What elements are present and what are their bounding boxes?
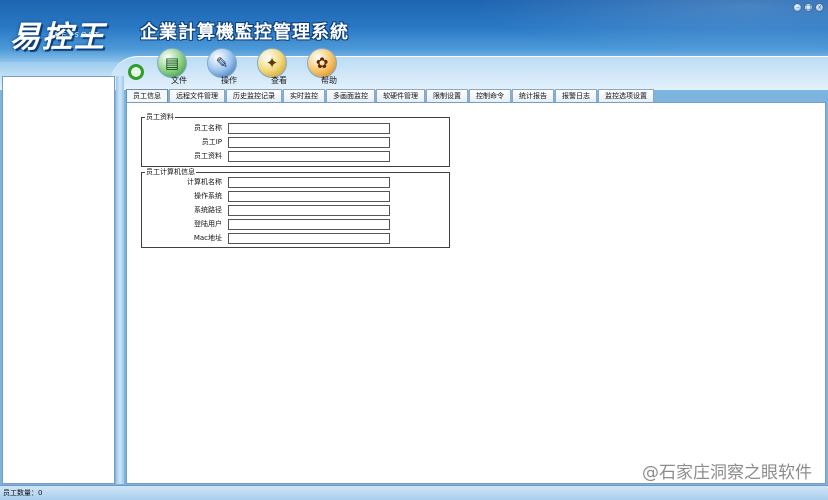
employee-name-field[interactable] <box>228 123 390 134</box>
field-row: 登陆用户 <box>142 219 451 230</box>
status-bar: 员工数量：0 <box>0 485 828 500</box>
computer-name-field[interactable] <box>228 177 390 188</box>
field-row: 员工名称 <box>142 123 451 134</box>
tab-restriction-settings[interactable]: 限制设置 <box>426 89 468 103</box>
employee-ip-field[interactable] <box>228 137 390 148</box>
maximize-icon[interactable]: □ <box>804 3 813 12</box>
employee-data-legend: 员工资料 <box>145 112 175 122</box>
field-row: 员工IP <box>142 137 451 148</box>
employee-ip-label: 员工IP <box>201 138 222 146</box>
login-user-field[interactable] <box>228 219 390 230</box>
field-row: Mac地址 <box>142 233 451 244</box>
employee-count-status: 员工数量：0 <box>3 489 43 497</box>
operate-menu-button[interactable]: ✎ 操作 <box>200 48 244 88</box>
tab-monitor-options[interactable]: 监控选项设置 <box>598 89 654 103</box>
tab-remote-file-management[interactable]: 远程文件管理 <box>169 89 225 103</box>
computer-info-legend: 员工计算机信息 <box>145 167 196 177</box>
field-row: 计算机名称 <box>142 177 451 188</box>
power-icon[interactable] <box>128 64 144 80</box>
document-icon: ▤ <box>157 48 187 78</box>
field-row: 系统路径 <box>142 205 451 216</box>
employee-name-label: 员工名称 <box>194 124 222 132</box>
view-menu-button[interactable]: ✦ 查看 <box>250 48 294 88</box>
minimize-icon[interactable]: – <box>793 3 802 12</box>
employee-info-panel: 员工资料 员工名称 员工IP 员工资料 员工计算机信息 计算机名称 操作系统 系… <box>126 102 826 484</box>
employee-profile-field[interactable] <box>228 151 390 162</box>
login-user-label: 登陆用户 <box>194 220 222 228</box>
os-field[interactable] <box>228 191 390 202</box>
main-tabs: 员工信息 远程文件管理 历史监控记录 实时监控 多画面监控 软硬件管理 限制设置… <box>126 89 655 103</box>
close-icon[interactable]: × <box>815 3 824 12</box>
employee-tree-pane[interactable] <box>2 76 115 484</box>
view-icon: ✦ <box>257 48 287 78</box>
logo-subtext: ENETSOFT <box>48 31 101 39</box>
file-menu-button[interactable]: ▤ 文件 <box>150 48 194 88</box>
computer-info-group: 员工计算机信息 计算机名称 操作系统 系统路径 登陆用户 Mac地址 <box>141 167 451 248</box>
mac-address-label: Mac地址 <box>193 234 222 242</box>
tab-software-hardware[interactable]: 软硬件管理 <box>376 89 425 103</box>
help-menu-label: 帮助 <box>321 76 337 85</box>
tab-realtime-monitor[interactable]: 实时监控 <box>283 89 325 103</box>
field-row: 员工资料 <box>142 151 451 162</box>
mac-address-field[interactable] <box>228 233 390 244</box>
file-menu-label: 文件 <box>171 76 187 85</box>
view-menu-label: 查看 <box>271 76 287 85</box>
tab-statistics-report[interactable]: 统计报告 <box>512 89 554 103</box>
operate-icon: ✎ <box>207 48 237 78</box>
operate-menu-label: 操作 <box>221 76 237 85</box>
watermark: @石家庄洞察之眼软件 <box>642 458 812 483</box>
app-title: 企業計算機監控管理系統 <box>140 22 349 43</box>
employee-profile-label: 员工资料 <box>194 152 222 160</box>
os-label: 操作系统 <box>194 192 222 200</box>
title-banner: 易控王 ENETSOFT 企業計算機監控管理系統 – □ × <box>0 0 828 62</box>
tab-history-records[interactable]: 历史监控记录 <box>226 89 282 103</box>
tab-employee-info[interactable]: 员工信息 <box>126 89 168 103</box>
computer-name-label: 计算机名称 <box>187 178 222 186</box>
field-row: 操作系统 <box>142 191 451 202</box>
window-controls: – □ × <box>793 3 824 12</box>
help-icon: ✿ <box>307 48 337 78</box>
watermark-text: @石家庄洞察之眼软件 <box>642 463 812 483</box>
tab-multi-screen-monitor[interactable]: 多画面监控 <box>326 89 375 103</box>
system-path-label: 系统路径 <box>194 206 222 214</box>
tab-alarm-log[interactable]: 报警日志 <box>555 89 597 103</box>
help-menu-button[interactable]: ✿ 帮助 <box>300 48 344 88</box>
system-path-field[interactable] <box>228 205 390 216</box>
tab-control-commands[interactable]: 控制命令 <box>469 89 511 103</box>
employee-data-group: 员工资料 员工名称 员工IP 员工资料 <box>141 112 451 167</box>
pane-splitter[interactable] <box>116 76 124 484</box>
